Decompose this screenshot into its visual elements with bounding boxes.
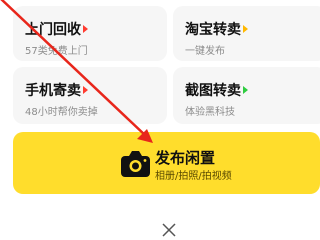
card-taobao-resell[interactable]: 淘宝转卖 一键发布 xyxy=(173,6,320,61)
camera-icon xyxy=(121,151,150,177)
card-phone-consign-title: 手机寄卖 xyxy=(25,83,81,99)
close-icon[interactable] xyxy=(162,223,176,237)
chevron-right-icon xyxy=(243,86,248,94)
card-screenshot-resell-title: 截图转卖 xyxy=(185,83,241,99)
card-phone-consign[interactable]: 手机寄卖 48小时帮你卖掉 xyxy=(13,67,167,124)
publish-title: 发布闲置 xyxy=(155,149,216,167)
card-screenshot-resell[interactable]: 截图转卖 体验黑科技 xyxy=(173,67,320,124)
card-recycle-title: 上门回收 xyxy=(25,22,81,38)
chevron-right-icon xyxy=(243,25,248,33)
card-recycle-subtitle: 57类免费上门 xyxy=(25,46,88,57)
chevron-right-icon xyxy=(83,25,88,33)
publish-idle-button[interactable]: 发布闲置 相册/拍照/拍视频 xyxy=(13,132,320,194)
card-recycle[interactable]: 上门回收 57类免费上门 xyxy=(13,6,167,61)
card-phone-consign-subtitle: 48小时帮你卖掉 xyxy=(25,107,98,118)
card-taobao-resell-title: 淘宝转卖 xyxy=(185,22,241,38)
card-screenshot-resell-subtitle: 体验黑科技 xyxy=(185,107,235,118)
card-taobao-resell-subtitle: 一键发布 xyxy=(185,46,225,57)
chevron-right-icon xyxy=(83,86,88,94)
publish-subtitle: 相册/拍照/拍视频 xyxy=(155,171,232,182)
